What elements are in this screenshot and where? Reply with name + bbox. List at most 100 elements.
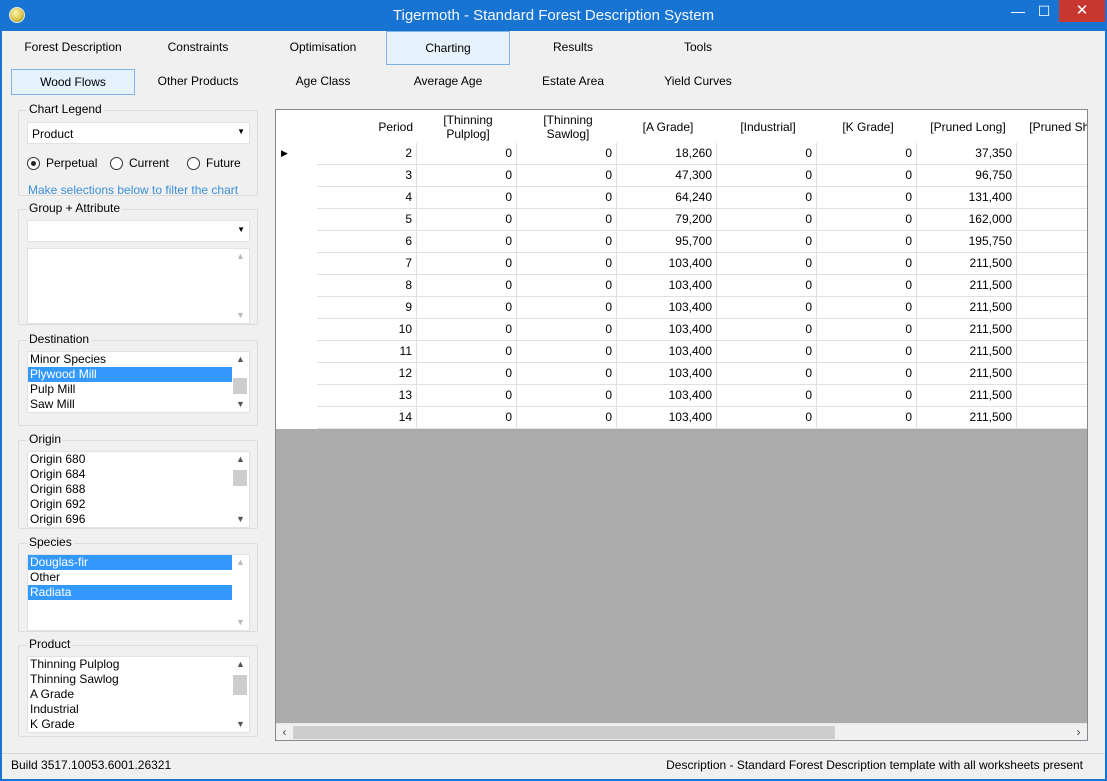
table-cell[interactable]: 0 bbox=[717, 407, 817, 429]
table-cell[interactable]: 4 bbox=[317, 187, 417, 209]
table-cell[interactable]: 0 bbox=[817, 253, 917, 275]
table-cell[interactable]: 103,400 bbox=[617, 363, 717, 385]
table-cell[interactable]: 162,000 bbox=[917, 209, 1017, 231]
table-cell[interactable]: 0 bbox=[817, 319, 917, 341]
table-cell[interactable]: 103,400 bbox=[617, 407, 717, 429]
group-attribute-list[interactable]: ▲ ▼ bbox=[27, 248, 250, 324]
table-cell[interactable]: 0 bbox=[817, 187, 917, 209]
column-header[interactable]: [A Grade] bbox=[617, 110, 717, 143]
table-cell[interactable]: 103,400 bbox=[617, 385, 717, 407]
list-item[interactable]: K Grade bbox=[28, 717, 232, 732]
table-cell[interactable]: 1 bbox=[1017, 209, 1087, 231]
subtab-age-class[interactable]: Age Class bbox=[261, 69, 385, 95]
list-item[interactable]: A Grade bbox=[28, 687, 232, 702]
table-cell[interactable]: 211,500 bbox=[917, 253, 1017, 275]
subtab-average-age[interactable]: Average Age bbox=[386, 69, 510, 95]
table-cell[interactable]: 47,300 bbox=[617, 165, 717, 187]
list-item[interactable]: Origin 680 bbox=[28, 452, 232, 467]
tab-charting[interactable]: Charting bbox=[386, 31, 510, 65]
table-cell[interactable]: 211,500 bbox=[917, 407, 1017, 429]
list-item[interactable]: Origin 692 bbox=[28, 497, 232, 512]
list-item[interactable]: Origin 684 bbox=[28, 467, 232, 482]
table-cell[interactable]: 1( bbox=[1017, 165, 1087, 187]
table-cell[interactable]: 211,500 bbox=[917, 385, 1017, 407]
table-cell[interactable]: 0 bbox=[517, 209, 617, 231]
table-cell[interactable]: 2 bbox=[1017, 363, 1087, 385]
table-cell[interactable]: 0 bbox=[717, 363, 817, 385]
table-cell[interactable]: 12 bbox=[317, 363, 417, 385]
scroll-up-icon[interactable]: ▲ bbox=[232, 352, 249, 367]
group-attribute-scrollbar[interactable]: ▲ ▼ bbox=[232, 249, 249, 323]
table-cell[interactable]: 0 bbox=[517, 165, 617, 187]
table-cell[interactable]: 0 bbox=[717, 341, 817, 363]
origin-scrollbar[interactable]: ▲ ▼ bbox=[232, 452, 249, 527]
table-cell[interactable]: 0 bbox=[817, 209, 917, 231]
table-cell[interactable]: 0 bbox=[817, 297, 917, 319]
list-item[interactable]: Thinning Sawlog bbox=[28, 672, 232, 687]
list-item[interactable]: Douglas-fir bbox=[28, 555, 232, 570]
table-cell[interactable]: 0 bbox=[517, 363, 617, 385]
column-header[interactable]: [Thinning Pulplog] bbox=[417, 110, 517, 143]
table-cell[interactable]: 3 bbox=[317, 165, 417, 187]
table-cell[interactable]: 0 bbox=[817, 231, 917, 253]
table-cell[interactable]: 10 bbox=[317, 319, 417, 341]
minimize-button[interactable]: — bbox=[1005, 0, 1031, 22]
table-cell[interactable]: 2 bbox=[1017, 407, 1087, 429]
table-cell[interactable]: 0 bbox=[717, 385, 817, 407]
table-cell[interactable]: 0 bbox=[517, 297, 617, 319]
tab-constraints[interactable]: Constraints bbox=[136, 31, 260, 65]
radio-future[interactable]: Future bbox=[187, 155, 241, 171]
tab-optimisation[interactable]: Optimisation bbox=[261, 31, 385, 65]
column-header[interactable]: [Thinning Sawlog] bbox=[517, 110, 617, 143]
table-cell[interactable]: 0 bbox=[717, 187, 817, 209]
table-cell[interactable]: 0 bbox=[817, 341, 917, 363]
table-cell[interactable]: 2 bbox=[1017, 253, 1087, 275]
species-scrollbar[interactable]: ▲ ▼ bbox=[232, 555, 249, 630]
table-cell[interactable]: 0 bbox=[517, 187, 617, 209]
column-header[interactable]: [Pruned Short] bbox=[1017, 110, 1087, 143]
list-item[interactable]: Industrial bbox=[28, 702, 232, 717]
table-cell[interactable]: 9 bbox=[317, 297, 417, 319]
table-cell[interactable]: 5 bbox=[317, 209, 417, 231]
list-item[interactable]: Thinning Pulplog bbox=[28, 657, 232, 672]
table-cell[interactable]: 211,500 bbox=[917, 363, 1017, 385]
radio-perpetual[interactable]: Perpetual bbox=[27, 155, 97, 171]
table-cell[interactable]: 0 bbox=[817, 407, 917, 429]
column-header[interactable]: Period bbox=[317, 110, 417, 143]
table-cell[interactable]: 103,400 bbox=[617, 341, 717, 363]
scroll-up-icon[interactable]: ▲ bbox=[232, 249, 249, 264]
product-list[interactable]: Thinning Pulplog Thinning Sawlog A Grade In… bbox=[27, 656, 250, 733]
table-cell[interactable]: 2 bbox=[1017, 231, 1087, 253]
product-scrollbar[interactable]: ▲ ▼ bbox=[232, 657, 249, 732]
destination-scrollbar[interactable]: ▲ ▼ bbox=[232, 352, 249, 412]
table-cell[interactable]: 0 bbox=[417, 231, 517, 253]
table-cell[interactable]: 4 bbox=[1017, 143, 1087, 165]
list-item[interactable]: Pulp Mill bbox=[28, 382, 232, 397]
list-item[interactable]: Radiata bbox=[28, 585, 232, 600]
scroll-down-icon[interactable]: ▼ bbox=[232, 615, 249, 630]
table-cell[interactable]: 11 bbox=[317, 341, 417, 363]
table-cell[interactable]: 0 bbox=[517, 253, 617, 275]
table-cell[interactable]: 0 bbox=[817, 363, 917, 385]
table-cell[interactable]: 0 bbox=[417, 143, 517, 165]
species-list[interactable]: Douglas-fir Other Radiata ▲ ▼ bbox=[27, 554, 250, 631]
table-cell[interactable]: 0 bbox=[717, 231, 817, 253]
table-cell[interactable]: 103,400 bbox=[617, 319, 717, 341]
table-cell[interactable]: 0 bbox=[817, 165, 917, 187]
table-cell[interactable]: 2 bbox=[1017, 275, 1087, 297]
table-cell[interactable]: 103,400 bbox=[617, 253, 717, 275]
scroll-up-icon[interactable]: ▲ bbox=[232, 657, 249, 672]
scroll-down-icon[interactable]: ▼ bbox=[232, 717, 249, 732]
table-cell[interactable]: 0 bbox=[417, 165, 517, 187]
tab-tools[interactable]: Tools bbox=[636, 31, 760, 65]
table-cell[interactable]: 0 bbox=[717, 253, 817, 275]
table-cell[interactable]: 211,500 bbox=[917, 319, 1017, 341]
column-header[interactable]: [K Grade] bbox=[817, 110, 917, 143]
table-cell[interactable]: 0 bbox=[717, 319, 817, 341]
scroll-up-icon[interactable]: ▲ bbox=[232, 555, 249, 570]
table-cell[interactable]: 6 bbox=[317, 231, 417, 253]
table-cell[interactable]: 0 bbox=[817, 275, 917, 297]
table-cell[interactable]: 64,240 bbox=[617, 187, 717, 209]
scroll-thumb[interactable] bbox=[293, 726, 835, 739]
table-cell[interactable]: 0 bbox=[417, 253, 517, 275]
